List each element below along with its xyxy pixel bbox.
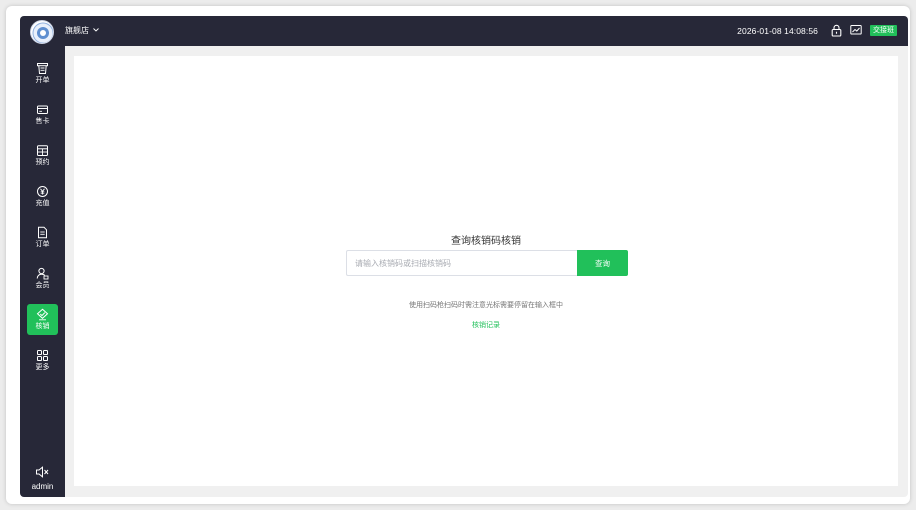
sidebar-item-members[interactable]: 会员 [27,263,58,294]
trend-icon[interactable] [850,24,862,36]
sidebar-item-booking[interactable]: 预约 [27,140,58,171]
sidebar-item-recharge[interactable]: 充值 [27,181,58,212]
speaker-mute-icon[interactable] [35,466,49,478]
sidebar-item-label: 充值 [35,200,50,207]
app-window: 旗舰店 2026-01-08 14:08:56 交接班 开单 售卡 预约 充值 … [6,6,910,504]
sidebar-item-label: 订单 [35,241,50,248]
sidebar-item-label: 更多 [35,364,50,371]
sidebar-item-label: 预约 [35,159,50,166]
sidebar-item-sell-card[interactable]: 售卡 [27,99,58,130]
verify-panel: 查询核销码核销 查询 使用扫码枪扫码时需注意光标需要停留在输入框中 核销记录 [74,56,898,486]
card-icon [37,105,48,114]
handover-button[interactable]: 交接班 [870,25,897,36]
document-icon [38,226,47,239]
top-bar: 旗舰店 2026-01-08 14:08:56 交接班 [20,16,908,46]
sidebar: 开单 售卡 预约 充值 订单 会员 核销 更多 admin [20,46,65,497]
sidebar-item-label: 会员 [35,282,50,289]
yen-icon [37,186,48,197]
sidebar-item-label: 开单 [35,77,50,84]
query-button[interactable]: 查询 [577,250,628,276]
sidebar-item-verify[interactable]: 核销 [27,304,58,335]
chevron-down-icon[interactable] [92,25,100,35]
member-icon [36,267,49,280]
order-bin-icon [37,63,48,74]
current-datetime: 2026-01-08 14:08:56 [737,26,818,36]
sidebar-item-open-order[interactable]: 开单 [27,58,58,89]
sidebar-item-label: 核销 [35,323,50,330]
current-user[interactable]: admin [20,482,65,491]
verify-icon [36,308,49,321]
calendar-icon [37,145,48,156]
sidebar-item-label: 售卡 [35,118,50,125]
verify-records-link[interactable]: 核销记录 [74,320,898,330]
scanner-hint: 使用扫码枪扫码时需注意光标需要停留在输入框中 [409,302,563,309]
sidebar-item-orders[interactable]: 订单 [27,222,58,253]
sidebar-item-more[interactable]: 更多 [27,345,58,376]
lock-icon[interactable] [831,24,842,37]
verify-search: 查询 [346,250,628,276]
page-title: 查询核销码核销 [451,236,521,247]
app-shell: 旗舰店 2026-01-08 14:08:56 交接班 开单 售卡 预约 充值 … [20,16,908,497]
store-logo[interactable] [30,20,54,44]
verify-code-input[interactable] [346,250,577,276]
grid-icon [37,350,48,361]
store-name[interactable]: 旗舰店 [65,25,89,37]
